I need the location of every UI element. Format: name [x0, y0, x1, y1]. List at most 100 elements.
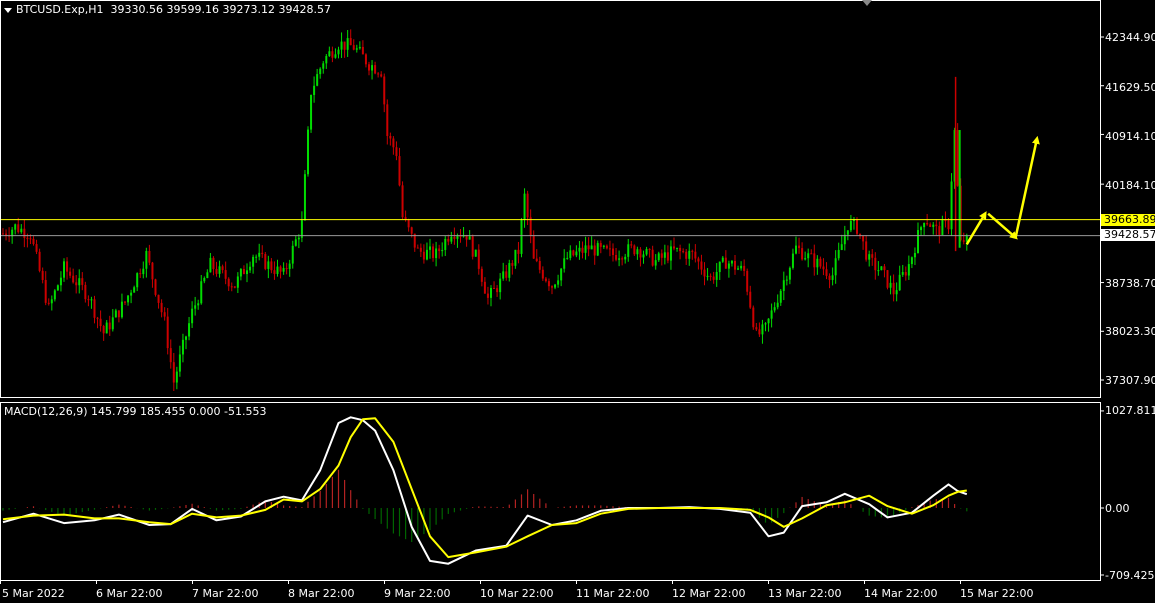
candle-body — [124, 301, 126, 303]
candle-body — [947, 220, 950, 230]
candle-body — [456, 235, 459, 239]
candle-body — [282, 268, 285, 272]
candle-body — [627, 244, 630, 257]
candle-body — [69, 271, 72, 276]
candle-body — [798, 245, 801, 249]
candle-body — [429, 246, 431, 250]
candle-body — [285, 268, 288, 270]
candle-body — [386, 104, 389, 136]
candle-body — [120, 301, 123, 318]
candle-body — [66, 261, 69, 272]
candle-body — [843, 234, 846, 245]
candle-body — [578, 247, 581, 252]
candle-body — [673, 246, 675, 249]
candle-body — [706, 275, 709, 277]
candle-body — [920, 227, 923, 231]
price-label: 40914.10 — [1105, 130, 1155, 143]
trading-chart[interactable] — [0, 0, 1155, 603]
macd-axis-label: -709.425 — [1105, 569, 1155, 582]
candle-body — [108, 322, 111, 330]
candle-body — [490, 288, 492, 298]
price-label: 38738.70 — [1105, 277, 1155, 290]
candle-body — [608, 248, 611, 250]
candle-body — [517, 249, 520, 254]
candle-body — [59, 277, 62, 286]
candle-body — [178, 354, 181, 372]
price-label: 40184.10 — [1105, 179, 1155, 192]
candle-body — [602, 245, 605, 247]
candle-body — [93, 299, 96, 318]
candle-body — [727, 263, 730, 269]
candle-body — [368, 64, 370, 71]
window-scroll-marker-icon[interactable] — [862, 0, 872, 6]
candle-body — [99, 318, 102, 327]
candle-body — [322, 63, 325, 69]
candle-body — [938, 226, 941, 235]
candle-body — [29, 238, 32, 240]
candle-body — [303, 174, 306, 221]
candle-body — [657, 253, 660, 261]
time-label: 12 Mar 22:00 — [672, 587, 746, 600]
candle-body — [590, 245, 593, 250]
candle-body — [264, 254, 267, 269]
candle-body — [935, 224, 938, 227]
candle-body — [270, 261, 273, 271]
candle-body — [422, 251, 425, 260]
candle-body — [453, 236, 456, 239]
candle-body — [297, 237, 300, 240]
candle-body — [203, 278, 206, 282]
candle-body — [898, 274, 901, 291]
candle-body — [666, 252, 669, 261]
candle-body — [865, 241, 868, 260]
candle-body — [563, 258, 566, 269]
candle-body — [758, 329, 761, 335]
candle-body — [822, 266, 825, 270]
candle-body — [316, 74, 319, 86]
candle-body — [328, 51, 331, 57]
candle-body — [776, 302, 779, 308]
candle-body — [956, 130, 959, 186]
candle-body — [279, 266, 282, 272]
candle-body — [273, 270, 276, 274]
candle-body — [538, 261, 541, 270]
candle-body — [26, 237, 29, 239]
candle-body — [334, 54, 337, 58]
candle-body — [642, 254, 645, 258]
candle-body — [291, 245, 294, 264]
candle-body — [651, 249, 654, 266]
candle-body — [502, 271, 505, 279]
candle-body — [917, 230, 919, 254]
candle-body — [572, 250, 575, 256]
symbol-menu-icon[interactable] — [4, 7, 12, 13]
candle-body — [715, 272, 718, 280]
macd-axis-label: 0.00 — [1105, 502, 1130, 515]
candle-body — [944, 220, 947, 222]
candle-body — [737, 268, 740, 270]
candle-body — [343, 41, 346, 50]
candle-body — [398, 156, 401, 186]
candle-body — [444, 238, 447, 250]
candle-body — [44, 279, 47, 303]
candle-body — [892, 282, 895, 295]
candle-body — [130, 292, 133, 296]
candle-body — [102, 326, 105, 334]
candle-body — [874, 257, 877, 271]
candle-body — [749, 291, 752, 308]
candle-body — [615, 254, 618, 260]
candle-body — [526, 193, 529, 218]
candle-body — [605, 245, 608, 249]
candle-body — [191, 308, 194, 324]
candle-body — [212, 257, 215, 269]
candle-body — [172, 362, 175, 383]
candle-body — [740, 265, 743, 269]
time-label: 14 Mar 22:00 — [864, 587, 938, 600]
time-label: 6 Mar 22:00 — [96, 587, 163, 600]
candle-body — [477, 249, 480, 269]
candle-body — [352, 45, 355, 50]
candle-body — [377, 73, 380, 75]
resistance-price-tag: 39663.89 — [1101, 214, 1155, 226]
candle-body — [151, 262, 154, 280]
candle-body — [862, 235, 865, 242]
candle-body — [267, 261, 270, 269]
candle-body — [218, 266, 221, 274]
